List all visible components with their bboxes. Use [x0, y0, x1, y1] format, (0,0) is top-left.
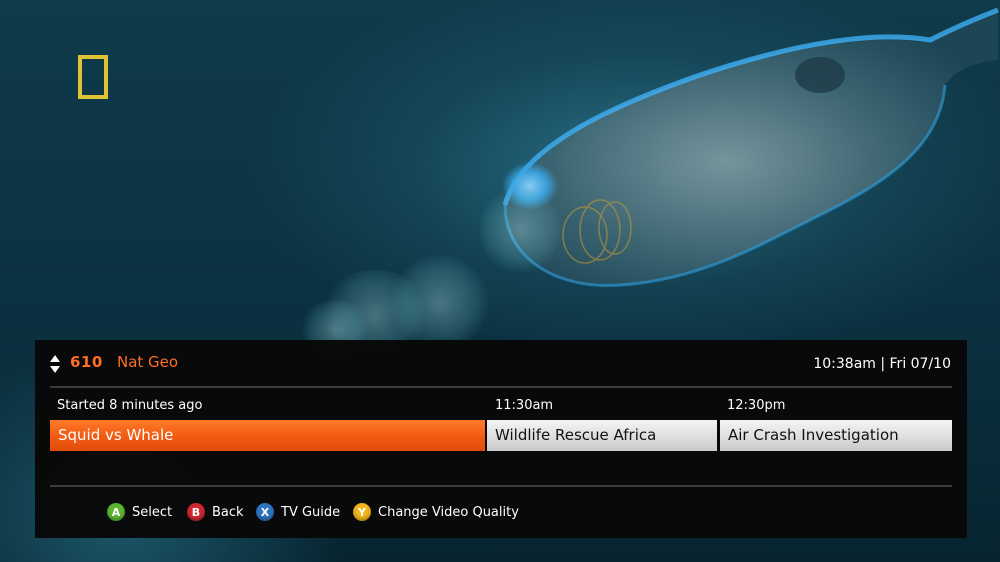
- channel-name: Nat Geo: [117, 353, 179, 371]
- legend-label: Change Video Quality: [378, 504, 519, 520]
- channel-number: 610: [70, 353, 103, 371]
- guide-header: 610 Nat Geo 10:38am | Fri 07/10: [35, 340, 967, 386]
- current-datetime: 10:38am | Fri 07/10: [813, 356, 951, 372]
- legend-label: Back: [212, 504, 244, 520]
- legend-change-video-quality[interactable]: Y Change Video Quality: [353, 502, 519, 522]
- mini-guide-panel: 610 Nat Geo 10:38am | Fri 07/10 Started …: [35, 340, 967, 538]
- legend-label: Select: [132, 504, 173, 520]
- a-button-icon: A: [107, 503, 125, 521]
- program-current[interactable]: Squid vs Whale: [50, 420, 485, 451]
- y-button-icon: Y: [353, 503, 371, 521]
- program-next[interactable]: Wildlife Rescue Africa: [487, 420, 717, 451]
- legend-back[interactable]: B Back: [187, 502, 244, 522]
- legend-select[interactable]: A Select: [107, 502, 172, 522]
- time-label-next: 11:30am: [495, 398, 554, 413]
- bokeh-light: [480, 185, 560, 275]
- button-legend: A Select B Back X TV Guide Y Change Vide…: [35, 498, 967, 526]
- divider: [50, 386, 952, 388]
- program-later[interactable]: Air Crash Investigation: [720, 420, 952, 451]
- time-label-current: Started 8 minutes ago: [57, 398, 203, 413]
- b-button-icon: B: [187, 503, 205, 521]
- bokeh-light: [390, 255, 490, 350]
- divider: [50, 485, 952, 487]
- legend-label: TV Guide: [281, 504, 341, 520]
- time-label-later: 12:30pm: [727, 398, 786, 413]
- x-button-icon: X: [256, 503, 274, 521]
- up-down-arrows-icon[interactable]: [49, 354, 61, 374]
- legend-tv-guide[interactable]: X TV Guide: [256, 502, 340, 522]
- channel-logo: [78, 55, 108, 99]
- video-player: 610 Nat Geo 10:38am | Fri 07/10 Started …: [0, 0, 1000, 562]
